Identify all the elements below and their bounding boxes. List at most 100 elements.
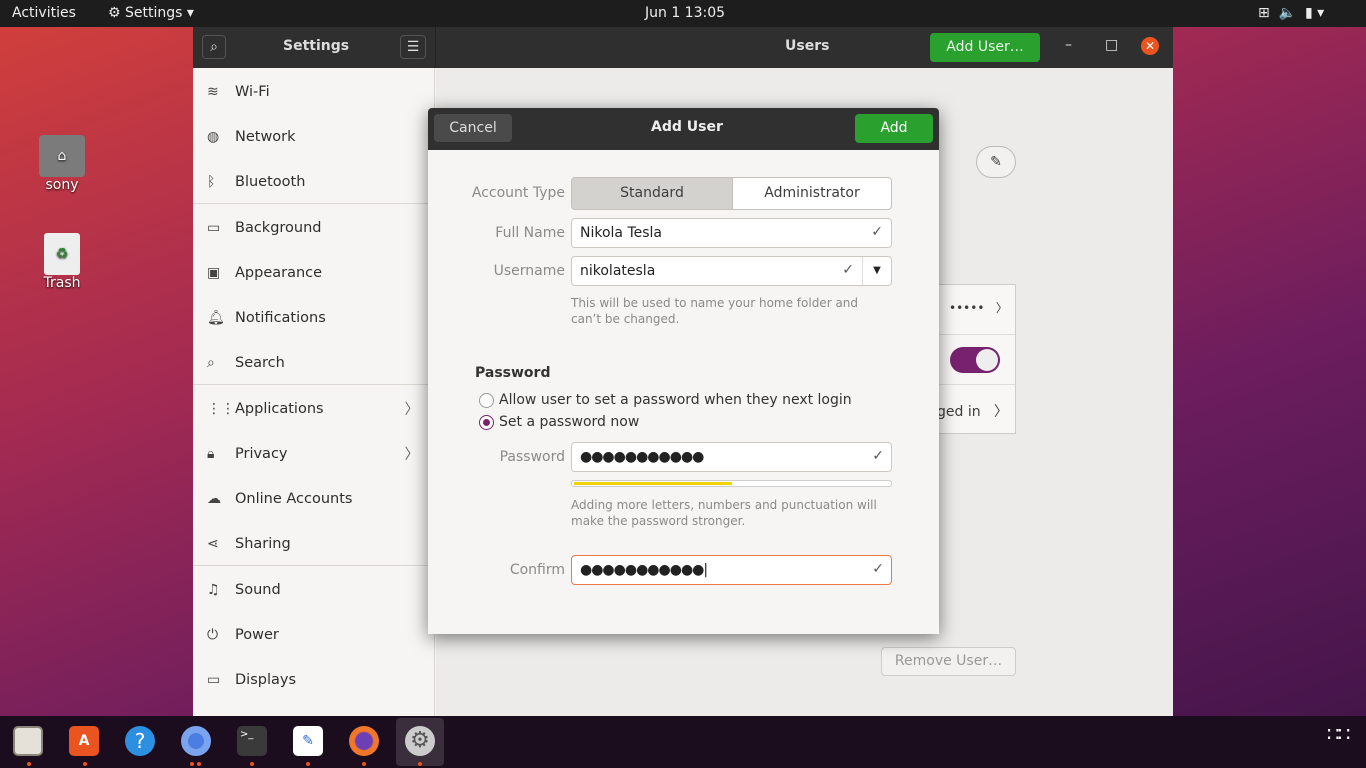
status-icons[interactable]: ⊞ 🔈 ▮ ▾ <box>1258 5 1324 21</box>
standard-toggle[interactable]: Standard <box>571 177 733 210</box>
full-name-label: Full Name <box>495 225 565 241</box>
lock-icon: 🔒︎ <box>207 445 215 462</box>
sidebar-title: Settings <box>283 38 350 54</box>
wifi-icon: ≋ <box>207 83 219 100</box>
cancel-button[interactable]: Cancel <box>434 114 512 142</box>
software-icon[interactable]: A <box>69 726 99 756</box>
desktop-trash[interactable]: ♻ Trash <box>27 233 97 291</box>
clock[interactable]: Jun 1 13:05 <box>645 5 725 21</box>
sidebar-item-label: Applications <box>235 400 324 417</box>
desktop-icon-label: Trash <box>43 275 81 291</box>
app-menu[interactable]: ⚙ Settings ▾ <box>108 5 194 21</box>
chevron-right-icon: 〉 <box>404 447 420 463</box>
dropdown-arrow-icon[interactable]: ▼ <box>862 257 891 285</box>
sidebar-item-label: Wi-Fi <box>235 83 270 100</box>
sidebar-item-search[interactable]: ⌕ Search <box>193 340 435 385</box>
app-menu-label: Settings <box>125 5 183 21</box>
confirm-label: Confirm <box>509 562 565 578</box>
desktop-home[interactable]: ⌂ sony <box>27 135 97 193</box>
sidebar-item-label: Privacy <box>235 445 288 462</box>
search-icon[interactable]: ⌕ <box>202 35 226 59</box>
chevron-right-icon: 〉 <box>404 402 420 418</box>
check-icon: ✓ <box>872 448 884 464</box>
activities-button[interactable]: Activities <box>12 5 76 21</box>
network-icon: ◍ <box>207 128 220 145</box>
display-icon: ▭ <box>207 671 221 688</box>
chromium-icon[interactable] <box>181 726 211 756</box>
username-combo[interactable]: nikolatesla ✓ ▼ <box>571 256 892 286</box>
radio-now-label[interactable]: Set a password now <box>499 414 639 430</box>
full-name-input[interactable]: Nikola Tesla ✓ <box>571 218 892 248</box>
menu-icon[interactable]: ☰ <box>400 35 426 59</box>
username-label: Username <box>493 263 565 279</box>
sidebar-item-label: Background <box>235 219 322 236</box>
home-folder-icon: ⌂ <box>39 135 85 177</box>
app-grid-icon[interactable]: ∷∷ <box>1327 724 1350 744</box>
share-icon: ⋖ <box>207 535 219 552</box>
sidebar-item-online-accounts[interactable]: ☁ Online Accounts <box>193 476 435 521</box>
window-title: Users <box>785 38 830 54</box>
sidebar-item-label: Appearance <box>235 264 323 281</box>
radio-set-now[interactable] <box>479 415 494 430</box>
confirm-value: ●●●●●●●●●●● <box>580 562 704 578</box>
apps-icon: ⋮⋮ <box>207 400 235 417</box>
password-strength-bar <box>571 480 892 487</box>
password-dots: ••••• <box>949 301 985 315</box>
sidebar-item-sound[interactable]: ♫ Sound <box>193 567 435 612</box>
sidebar-item-privacy[interactable]: 🔒︎ Privacy 〉 <box>193 431 435 476</box>
maximize-button[interactable]: □ <box>1105 37 1118 53</box>
search-icon: ⌕ <box>207 354 215 371</box>
user-settings-list: ••••• 〉 ged in 〉 <box>936 284 1016 434</box>
sidebar-item-power[interactable]: ⏻ Power <box>193 612 435 657</box>
dialog-header: Cancel Add User Add <box>428 108 939 150</box>
close-button[interactable]: ✕ <box>1141 37 1159 55</box>
sidebar-item-sharing[interactable]: ⋖ Sharing <box>193 521 435 566</box>
full-name-value: Nikola Tesla <box>580 225 663 241</box>
sidebar-item-label: Sound <box>235 581 281 598</box>
remove-user-button[interactable]: Remove User… <box>881 647 1016 676</box>
radio-later-label[interactable]: Allow user to set a password when they n… <box>499 392 852 408</box>
header-bar: ⌕ Settings ☰ Users Add User… – □ ✕ <box>193 27 1173 68</box>
desktop-icon-label: sony <box>45 177 79 193</box>
dock: A ? >_ ✎ ⚙ ∷∷ <box>0 716 1366 768</box>
sidebar-item-label: Displays <box>235 671 297 688</box>
sidebar-item-background[interactable]: ▭ Background <box>193 205 435 250</box>
radio-set-later[interactable] <box>479 393 494 408</box>
sidebar-item-notifications[interactable]: 🔔︎ Notifications <box>193 295 435 340</box>
sidebar-item-label: Search <box>235 354 285 371</box>
administrator-toggle[interactable]: Administrator <box>733 177 892 210</box>
sidebar-item-label: Notifications <box>235 309 326 326</box>
cloud-icon: ☁ <box>207 490 221 507</box>
check-icon: ✓ <box>871 224 883 240</box>
sidebar-item-label: Network <box>235 128 296 145</box>
check-icon: ✓ <box>842 262 854 278</box>
sidebar-item-displays[interactable]: ▭ Displays <box>193 657 435 702</box>
firefox-icon[interactable] <box>349 726 379 756</box>
sidebar-item-network[interactable]: ◍ Network <box>193 114 435 159</box>
password-hint: Adding more letters, numbers and punctua… <box>571 498 877 528</box>
files-icon[interactable] <box>13 726 43 756</box>
appearance-icon: ▣ <box>207 264 221 281</box>
sidebar-item-bluetooth[interactable]: ᛒ Bluetooth <box>193 159 435 204</box>
sidebar-item-wi-fi[interactable]: ≋ Wi-Fi <box>193 69 435 114</box>
terminal-icon[interactable]: >_ <box>237 726 267 756</box>
add-button[interactable]: Add <box>855 114 933 143</box>
last-login-row[interactable]: ged in 〉 <box>937 401 1008 421</box>
password-input[interactable]: ●●●●●●●●●●● ✓ <box>571 442 892 472</box>
sidebar-item-label: Bluetooth <box>235 173 306 190</box>
trash-icon: ♻ <box>44 233 80 275</box>
sidebar-item-appearance[interactable]: ▣ Appearance <box>193 250 435 295</box>
add-user-button[interactable]: Add User… <box>930 33 1040 62</box>
top-bar: Activities ⚙ Settings ▾ Jun 1 13:05 ⊞ 🔈 … <box>0 0 1366 27</box>
password-row[interactable]: ••••• 〉 <box>949 299 1008 316</box>
toggle-switch[interactable] <box>950 347 1000 373</box>
sidebar-item-applications[interactable]: ⋮⋮ Applications 〉 <box>193 386 435 431</box>
minimize-button[interactable]: – <box>1065 37 1072 53</box>
sidebar: ≋ Wi-Fi ◍ Network ᛒ Bluetooth ▭ Background ▣ Appe… <box>193 68 435 716</box>
text-editor-icon[interactable]: ✎ <box>293 726 323 756</box>
settings-icon[interactable]: ⚙ <box>405 726 435 756</box>
edit-avatar-button[interactable]: ✎ <box>976 146 1016 178</box>
dialog-title: Add User <box>651 119 723 135</box>
help-icon[interactable]: ? <box>125 726 155 756</box>
confirm-input[interactable]: ●●●●●●●●●●● | ✓ <box>571 555 892 585</box>
